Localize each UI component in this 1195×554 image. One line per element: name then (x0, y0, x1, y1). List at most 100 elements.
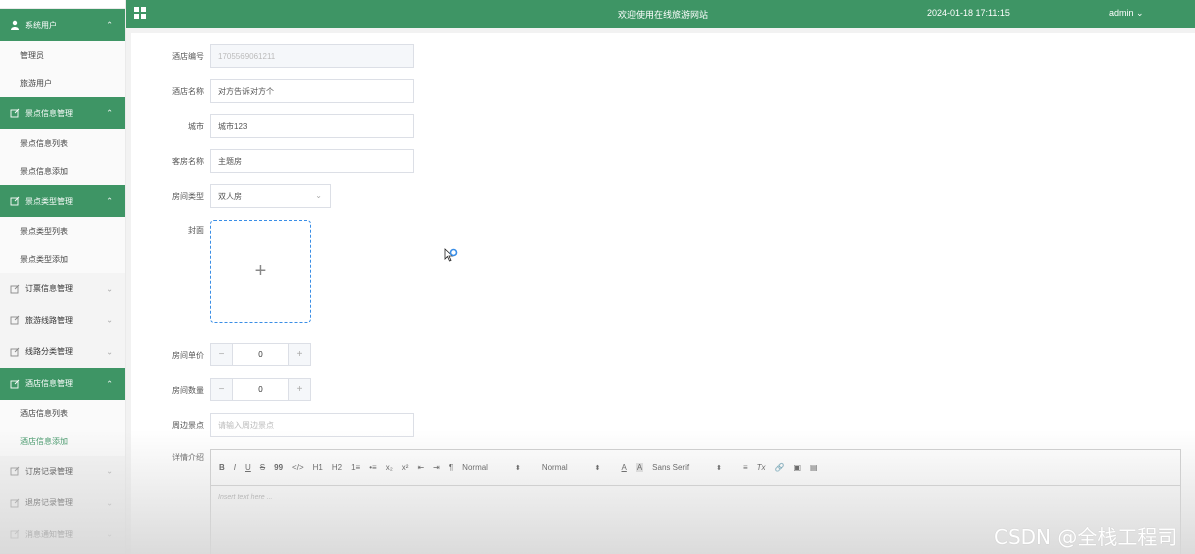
chevron-down-icon: ⌄ (106, 284, 113, 294)
heading-select[interactable]: Normal ⬍ (542, 463, 610, 472)
decrement-button[interactable]: − (211, 379, 233, 400)
decrement-button[interactable]: − (211, 344, 233, 365)
code-button[interactable]: </> (292, 463, 304, 472)
edit-icon (10, 196, 20, 206)
hotel-name-label: 酒店名称 (172, 86, 204, 96)
hotel-no-input: 1705569061211 (210, 44, 414, 68)
bold-button[interactable]: B (219, 463, 225, 472)
sidebar-item-spot-type-add[interactable]: 景点类型添加 (0, 245, 125, 273)
chevron-down-icon: ⌄ (106, 347, 113, 357)
outdent-button[interactable]: ⇤ (417, 463, 424, 472)
user-icon (11, 20, 19, 30)
chevron-down-icon: ⌄ (106, 529, 113, 539)
chevron-down-icon: ⌄ (315, 191, 322, 200)
subscript-button[interactable]: x₂ (386, 463, 393, 472)
sidebar-item-tourist-users[interactable]: 旅游用户 (0, 69, 125, 97)
h1-button[interactable]: H1 (313, 463, 323, 472)
size-select[interactable]: Normal ⬍ (462, 463, 530, 472)
user-menu[interactable]: admin ⌄ (1109, 8, 1144, 19)
font-color-button[interactable]: A (621, 463, 626, 472)
top-bar: 欢迎使用在线旅游网站 2024-01-18 17:11:15 admin ⌄ (126, 0, 1195, 28)
strike-button[interactable]: S (260, 463, 265, 472)
welcome-title: 欢迎使用在线旅游网站 (618, 10, 709, 20)
sidebar-group-label: 订票信息管理 (25, 284, 73, 294)
edit-icon (10, 498, 20, 508)
sidebar-item-spot-type-list[interactable]: 景点类型列表 (0, 217, 125, 245)
detail-label: 详情介绍 (172, 453, 204, 462)
sidebar-group-booking[interactable]: 订房记录管理 ⌄ (0, 455, 125, 487)
sidebar-group-notice[interactable]: 消息通知管理 ⌄ (0, 518, 125, 550)
background-color-button[interactable]: A (635, 463, 644, 472)
direction-button[interactable]: ¶ (449, 463, 453, 472)
editor-body[interactable]: Insert text here ... (211, 486, 1180, 509)
username: admin (1109, 8, 1134, 18)
align-button[interactable]: ≡ (743, 463, 748, 472)
ordered-list-button[interactable]: 1≡ (351, 463, 360, 472)
sidebar-group-spot-type[interactable]: 景点类型管理 ⌃ (0, 185, 125, 217)
qty-label: 房间数量 (172, 385, 204, 395)
underline-button[interactable]: U (245, 463, 251, 472)
room-type-label: 房间类型 (172, 191, 204, 201)
cover-upload[interactable]: + (210, 220, 311, 323)
sidebar-group-label: 系统用户 (25, 20, 57, 30)
sidebar-group-label: 景点信息管理 (25, 108, 73, 118)
price-label: 房间单价 (172, 350, 204, 360)
editor-toolbar: B I U S 99 </> H1 H2 1≡ •≡ x₂ x² ⇤ ⇥ ¶ N… (211, 450, 1180, 486)
sidebar-group-label: 旅游线路管理 (25, 315, 73, 325)
nearby-label: 周边景点 (172, 420, 204, 430)
font-select-value: Sans Serif (652, 463, 690, 472)
sidebar-group-route-category[interactable]: 线路分类管理 ⌄ (0, 336, 125, 368)
edit-icon (10, 347, 20, 357)
hotel-name-input[interactable]: 对方告诉对方个 (210, 79, 414, 103)
qty-stepper[interactable]: − 0 + (210, 378, 311, 401)
sidebar-group-label: 订房记录管理 (25, 466, 73, 476)
sidebar-group-ticket[interactable]: 订票信息管理 ⌄ (0, 273, 125, 305)
bullet-list-button[interactable]: •≡ (369, 463, 376, 472)
image-icon[interactable]: ▣ (793, 463, 801, 472)
increment-button[interactable]: + (288, 379, 310, 400)
video-icon[interactable]: ▤ (810, 463, 818, 472)
chevron-down-icon: ⌄ (1136, 8, 1144, 18)
sidebar-item-spot-list[interactable]: 景点信息列表 (0, 129, 125, 157)
chevron-down-icon: ⌄ (106, 498, 113, 508)
grid-menu-icon[interactable] (134, 7, 146, 19)
sidebar-top (0, 0, 125, 9)
sidebar-group-spot-info[interactable]: 景点信息管理 ⌃ (0, 97, 125, 129)
heading-select-value: Normal (541, 463, 568, 472)
sidebar-group-label: 消息通知管理 (25, 529, 73, 539)
room-type-select[interactable]: 双人房 ⌄ (210, 184, 331, 208)
chevron-down-icon: ⌄ (106, 315, 113, 325)
nearby-input[interactable]: 请输入周边景点 (210, 413, 414, 437)
link-icon[interactable]: 🔗 (775, 463, 785, 472)
increment-button[interactable]: + (288, 344, 310, 365)
clean-format-button[interactable]: Tx (757, 463, 766, 472)
room-name-input[interactable]: 主题房 (210, 149, 414, 173)
city-input[interactable]: 城市123 (210, 114, 414, 138)
sidebar-group-label: 线路分类管理 (25, 347, 73, 357)
sidebar-item-admin[interactable]: 管理员 (0, 41, 125, 69)
sidebar-item-hotel-list[interactable]: 酒店信息列表 (0, 399, 125, 428)
price-stepper[interactable]: − 0 + (210, 343, 311, 366)
edit-icon (10, 108, 20, 118)
sidebar-item-hotel-add[interactable]: 酒店信息添加 (0, 427, 125, 456)
italic-button[interactable]: I (234, 463, 236, 472)
font-select[interactable]: Sans Serif ⬍ (652, 463, 731, 472)
sidebar-group-hotel[interactable]: 酒店信息管理 ⌃ (0, 367, 125, 400)
main-content: 酒店编号 1705569061211 酒店名称 对方告诉对方个 城市 城市123… (131, 33, 1195, 554)
blockquote-button[interactable]: 99 (274, 463, 283, 472)
qty-value[interactable]: 0 (233, 379, 288, 400)
price-value[interactable]: 0 (233, 344, 288, 365)
superscript-button[interactable]: x² (402, 463, 409, 472)
edit-icon (10, 529, 20, 539)
sidebar-group-route[interactable]: 旅游线路管理 ⌄ (0, 304, 125, 336)
h2-button[interactable]: H2 (332, 463, 342, 472)
indent-button[interactable]: ⇥ (433, 463, 440, 472)
sidebar-group-checkout[interactable]: 退房记录管理 ⌄ (0, 487, 125, 519)
room-type-value: 双人房 (218, 191, 242, 201)
sidebar-group-system-users[interactable]: 系统用户 ⌃ (0, 9, 125, 41)
room-name-label: 客房名称 (172, 156, 204, 166)
hotel-no-label: 酒店编号 (172, 51, 204, 61)
updown-icon: ⬍ (716, 465, 722, 472)
chevron-up-icon: ⌃ (106, 196, 113, 206)
sidebar-item-spot-add[interactable]: 景点信息添加 (0, 157, 125, 185)
